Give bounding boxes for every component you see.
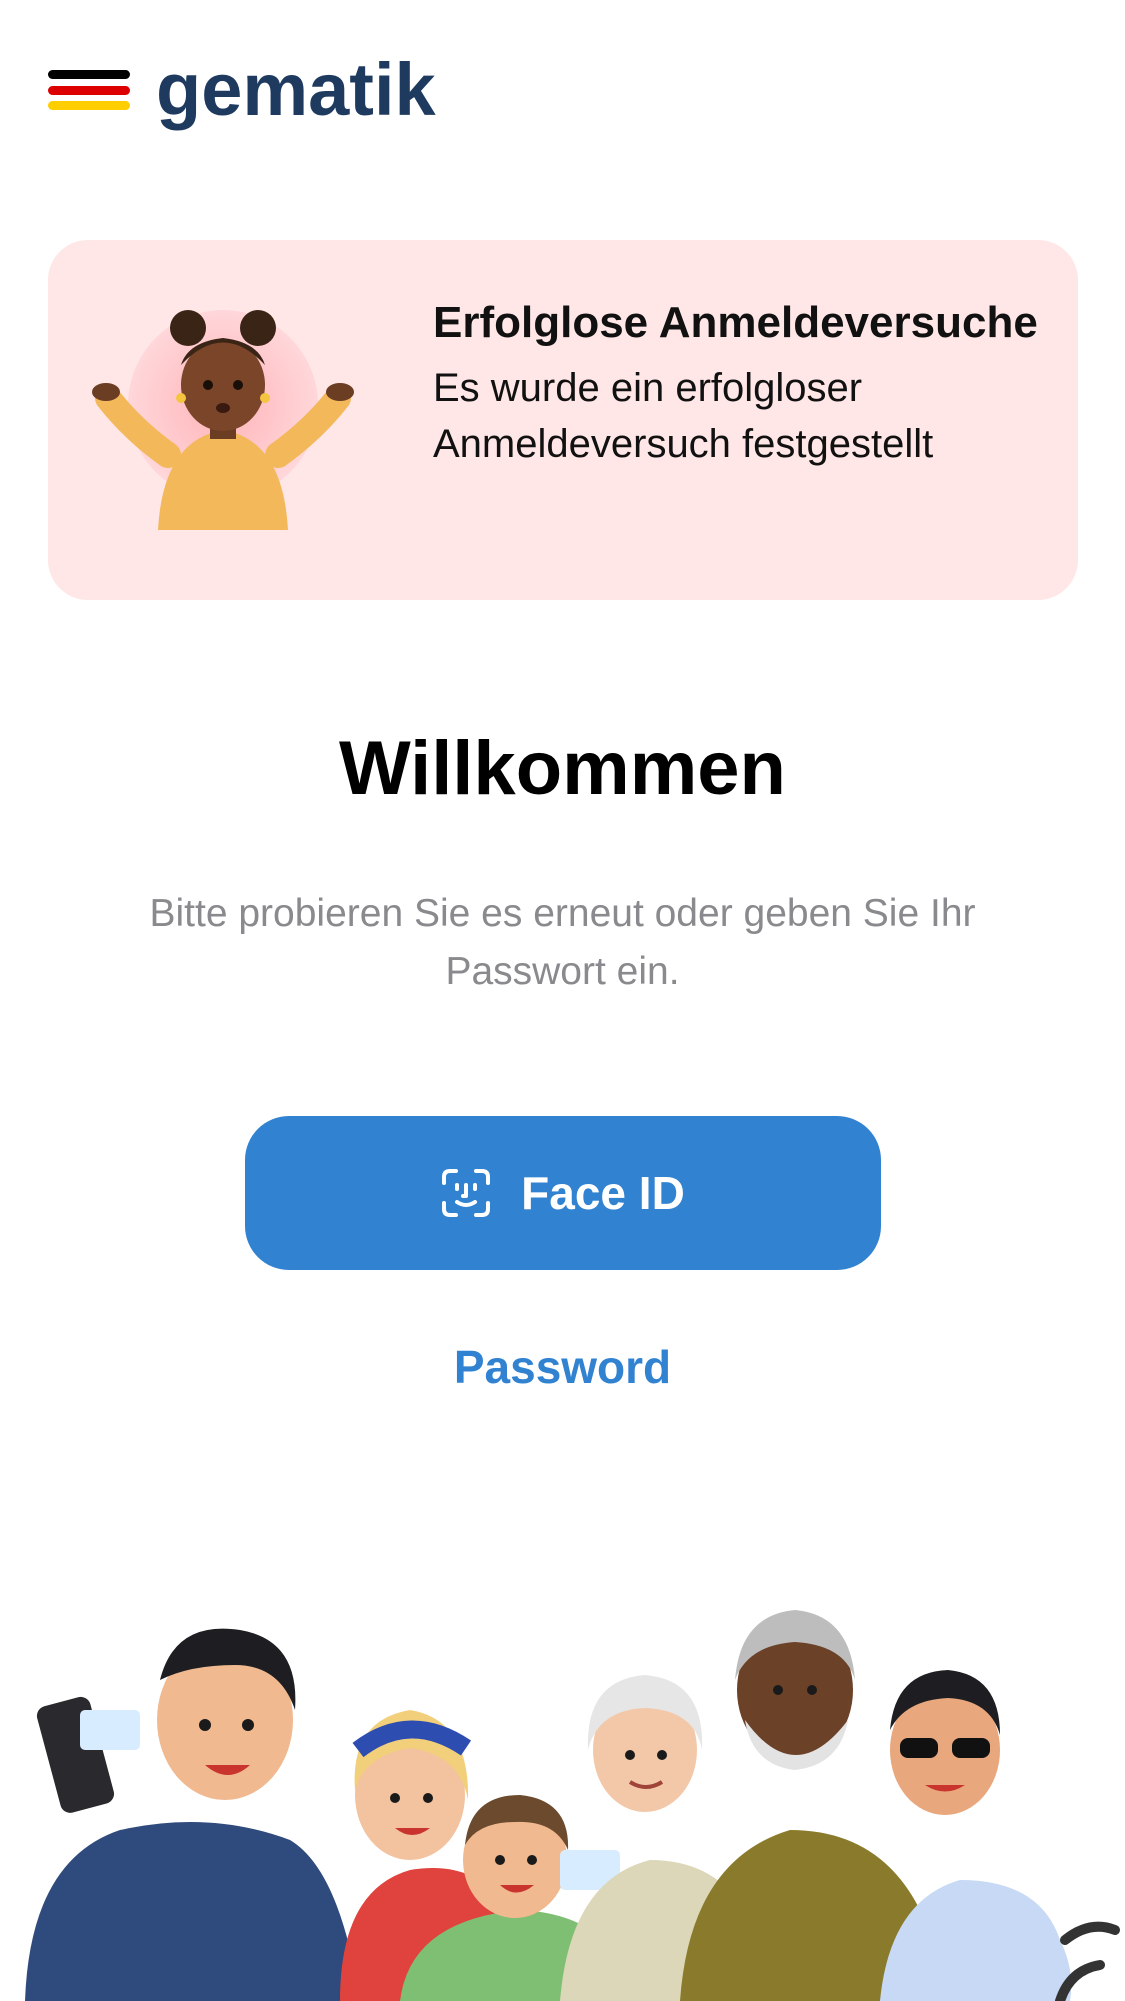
shrugging-person-illustration [92, 310, 354, 530]
face-id-icon [442, 1169, 491, 1217]
welcome-subtitle: Bitte probieren Sie es erneut oder geben… [149, 892, 976, 993]
alert-text-block: Erfolglose Anmeldeversuche Es wurde ein … [433, 292, 1043, 472]
alert-title: Erfolglose Anmeldeversuche [433, 298, 1038, 347]
group-of-people-illustration [25, 1610, 1120, 2001]
logo-text: gematik [156, 48, 436, 131]
password-link[interactable]: Password [0, 1340, 1125, 1394]
alert-message: Es wurde ein erfolgloser Anmeldeversuch … [433, 366, 934, 466]
welcome-title: Willkommen [339, 726, 786, 811]
app-header: gematik [48, 40, 436, 140]
gematik-logo-icon [48, 70, 130, 110]
face-id-label: Face ID [521, 1167, 685, 1219]
face-id-button[interactable]: Face ID [245, 1116, 881, 1270]
alert-card: Erfolglose Anmeldeversuche Es wurde ein … [48, 240, 1078, 600]
